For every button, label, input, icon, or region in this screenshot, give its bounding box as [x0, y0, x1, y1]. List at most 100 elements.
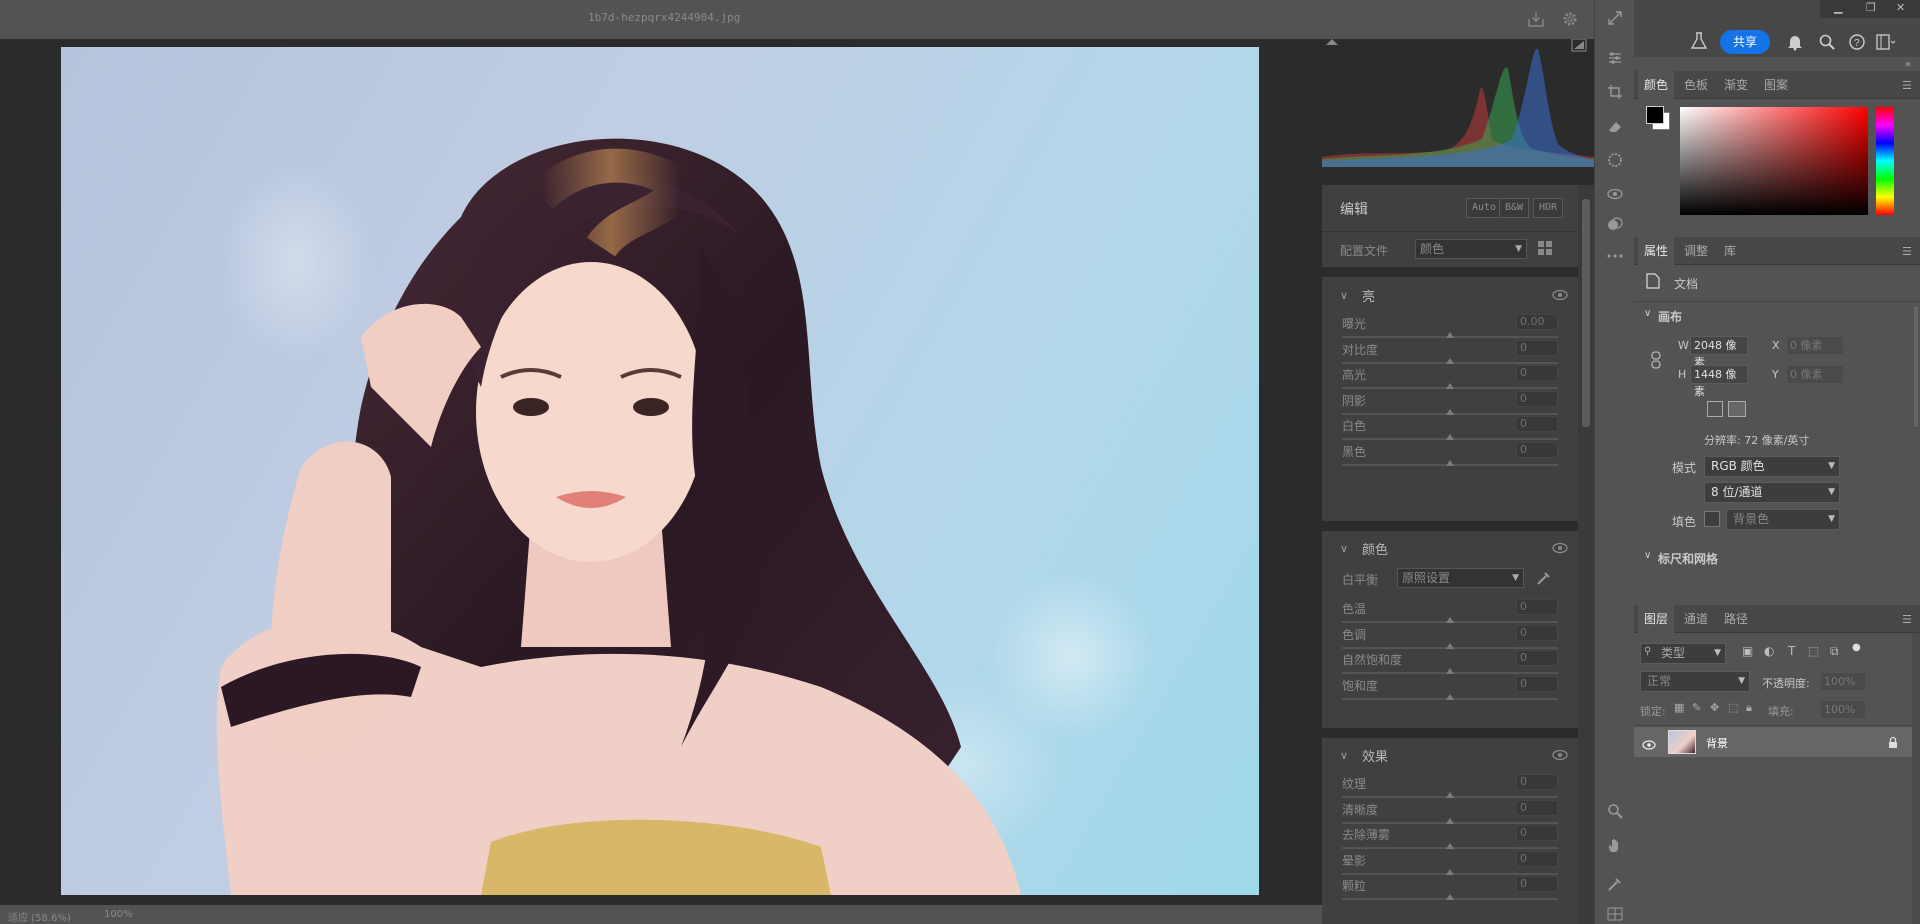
mask-eye-icon[interactable] [1605, 184, 1625, 204]
color-section-header[interactable]: ∨ 颜色 [1322, 533, 1578, 563]
eye-icon[interactable] [1552, 749, 1568, 765]
zoom-icon[interactable] [1605, 801, 1625, 821]
bell-icon[interactable] [1787, 33, 1803, 55]
properties-scrollbar[interactable] [1912, 307, 1920, 557]
color-field[interactable] [1680, 107, 1868, 215]
image-canvas[interactable] [0, 39, 1322, 905]
tab-layers[interactable]: 图层 [1638, 605, 1675, 633]
layer-filter-dropdown[interactable]: 类型 ▼ [1640, 643, 1726, 664]
share-button[interactable]: 共享 [1720, 30, 1770, 54]
slider-handle[interactable] [1446, 868, 1454, 875]
tab-channels[interactable]: 通道 [1678, 605, 1714, 633]
auto-button[interactable]: Auto [1466, 198, 1503, 218]
search-icon[interactable] [1819, 34, 1835, 54]
settings-gear-icon[interactable] [1560, 9, 1580, 29]
slider-value-field[interactable]: 0 [1516, 624, 1558, 641]
slider-value-field[interactable]: 0 [1516, 850, 1558, 867]
link-icon[interactable] [1650, 351, 1662, 373]
slider-value-field[interactable]: 0 [1516, 599, 1558, 615]
eye-icon[interactable] [1552, 542, 1568, 558]
flask-icon[interactable] [1690, 32, 1708, 54]
slider-value-field[interactable]: 0 [1516, 339, 1558, 356]
lock-position-icon[interactable]: ✥ [1710, 701, 1719, 714]
opacity-field[interactable]: 100% [1820, 672, 1866, 691]
white-balance-dropdown[interactable]: 原照设置 ▼ [1397, 568, 1524, 588]
fill-swatch[interactable] [1704, 511, 1720, 527]
hdr-button[interactable]: HDR [1533, 198, 1564, 218]
slider-value-field[interactable]: 0 [1516, 675, 1558, 692]
slider-value-field[interactable]: 0 [1516, 774, 1558, 790]
pixel-filter-icon[interactable]: ▣ [1742, 644, 1753, 658]
hand-icon[interactable] [1605, 835, 1625, 855]
panel-menu-icon[interactable]: ☰ [1902, 245, 1912, 258]
slider-handle[interactable] [1446, 357, 1454, 364]
smart-object-filter-icon[interactable]: ⧉ [1830, 644, 1839, 659]
slider-handle[interactable] [1446, 434, 1454, 440]
slider-value-field[interactable]: 0 [1516, 876, 1558, 892]
adjustment-filter-icon[interactable]: ◐ [1764, 644, 1774, 658]
panel-menu-icon[interactable]: ☰ [1902, 613, 1912, 626]
x-field[interactable]: 0 像素 [1786, 336, 1844, 355]
slider-value-field[interactable]: 0 [1516, 365, 1558, 381]
width-field[interactable]: 2048 像素 [1690, 336, 1748, 369]
panel-menu-icon[interactable]: ☰ [1902, 79, 1912, 92]
chevron-right-icon[interactable]: ∨ [1644, 550, 1651, 561]
more-options-icon[interactable] [1605, 246, 1625, 266]
height-field[interactable]: 1448 像素 [1690, 365, 1748, 398]
eyedropper-icon[interactable] [1535, 569, 1551, 591]
lock-paint-icon[interactable]: ✎ [1692, 701, 1701, 714]
eraser-icon[interactable] [1605, 116, 1625, 136]
lock-transparent-icon[interactable]: ▦ [1674, 701, 1684, 714]
edit-sliders-icon[interactable] [1605, 48, 1625, 68]
profile-browser-icon[interactable] [1537, 240, 1553, 260]
mode-dropdown[interactable]: RGB 颜色 ▼ [1704, 456, 1840, 477]
effects-section-header[interactable]: ∨ 效果 [1322, 740, 1578, 770]
slider-handle[interactable] [1446, 617, 1454, 623]
expand-panels-icon[interactable]: » [1905, 59, 1911, 70]
presets-icon[interactable] [1605, 214, 1625, 234]
y-field[interactable]: 0 像素 [1786, 365, 1844, 384]
eye-icon[interactable] [1552, 289, 1568, 305]
type-filter-icon[interactable]: T [1788, 644, 1795, 658]
fit-zoom-label[interactable]: 适应 (58.6%) [8, 909, 71, 924]
save-image-icon[interactable] [1526, 9, 1546, 29]
foreground-swatch[interactable] [1646, 106, 1664, 124]
help-icon[interactable]: ? [1849, 34, 1865, 54]
hue-slider[interactable] [1876, 107, 1894, 215]
slider-value-field[interactable]: 0 [1516, 650, 1558, 666]
lock-all-icon[interactable]: 🔒︎ [1746, 701, 1752, 715]
lock-artboard-icon[interactable]: ⬚ [1728, 701, 1738, 714]
zoom-percent[interactable]: 100% [104, 909, 133, 920]
layers-scrollbar[interactable] [1912, 633, 1920, 924]
shape-filter-icon[interactable]: ⬚ [1808, 644, 1819, 658]
red-eye-icon[interactable] [1605, 150, 1625, 170]
fill-dropdown[interactable]: 背景色 ▼ [1726, 509, 1840, 530]
scroll-thumb[interactable] [1582, 199, 1590, 427]
slider-handle[interactable] [1446, 668, 1454, 674]
bw-button[interactable]: B&W [1499, 198, 1530, 218]
slider-handle[interactable] [1446, 693, 1454, 700]
minimize-icon[interactable]: ▁ [1834, 1, 1842, 14]
slider-value-field[interactable]: 0.00 [1516, 314, 1558, 330]
slider-value-field[interactable]: 0 [1516, 441, 1558, 458]
profile-dropdown[interactable]: 颜色 ▼ [1415, 239, 1527, 259]
tab-libraries[interactable]: 库 [1718, 237, 1742, 265]
filter-toggle-icon[interactable]: ● [1852, 642, 1861, 653]
fullscreen-icon[interactable] [1605, 8, 1625, 28]
slider-handle[interactable] [1446, 459, 1454, 466]
slider-value-field[interactable]: 0 [1516, 825, 1558, 841]
layer-name[interactable]: 背景 [1706, 735, 1728, 751]
slider-handle[interactable] [1446, 383, 1454, 389]
tab-patterns[interactable]: 图案 [1758, 71, 1794, 99]
slider-value-field[interactable]: 0 [1516, 799, 1558, 816]
slider-handle[interactable] [1446, 792, 1454, 798]
chevron-down-icon[interactable]: ∨ [1644, 308, 1651, 319]
tab-adjustments[interactable]: 调整 [1678, 237, 1714, 265]
landscape-orientation-icon[interactable] [1728, 401, 1746, 417]
crop-icon[interactable] [1605, 82, 1625, 102]
tab-swatches[interactable]: 色板 [1678, 71, 1714, 99]
grid-toggle-icon[interactable] [1605, 904, 1625, 924]
visibility-eye-icon[interactable] [1642, 735, 1656, 754]
bit-depth-dropdown[interactable]: 8 位/通道 ▼ [1704, 482, 1840, 503]
layer-row-background[interactable]: 背景 [1634, 727, 1912, 757]
